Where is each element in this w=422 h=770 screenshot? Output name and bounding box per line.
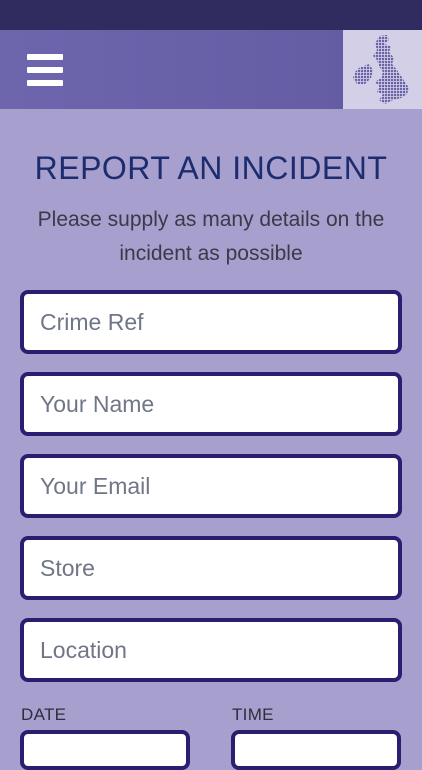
- uk-map-logo-icon: [343, 30, 422, 109]
- store-input[interactable]: [20, 536, 402, 600]
- hamburger-line: [27, 80, 63, 86]
- date-input[interactable]: [20, 730, 190, 770]
- email-input[interactable]: [20, 454, 402, 518]
- page-subtitle: Please supply as many details on the inc…: [37, 208, 385, 265]
- time-input[interactable]: [231, 730, 401, 770]
- page-title: REPORT AN INCIDENT: [34, 150, 388, 186]
- date-label: DATE: [21, 705, 67, 724]
- app-header: [0, 30, 422, 109]
- name-input[interactable]: [20, 372, 402, 436]
- status-bar: [0, 0, 422, 30]
- time-label: TIME: [232, 705, 274, 724]
- crime-ref-input[interactable]: [20, 290, 402, 354]
- menu-button[interactable]: [25, 52, 65, 88]
- location-input[interactable]: [20, 618, 402, 682]
- hamburger-line: [27, 67, 63, 73]
- hamburger-line: [27, 54, 63, 60]
